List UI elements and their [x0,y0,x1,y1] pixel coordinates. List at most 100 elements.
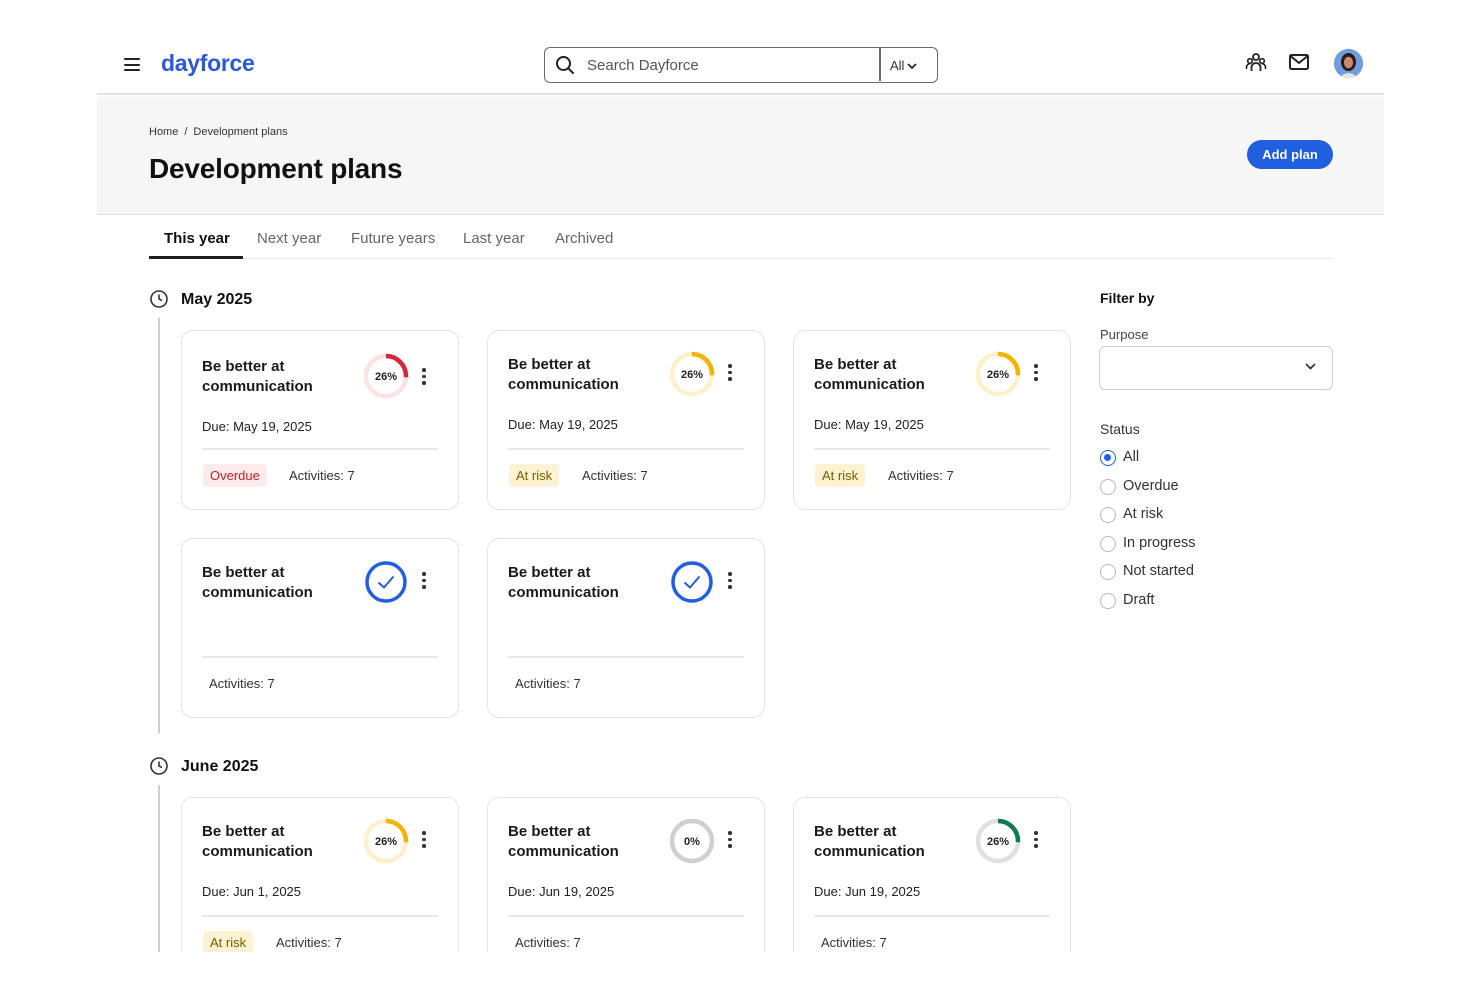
progress-indicator: 0% [668,817,716,870]
chevron-down-icon [907,63,918,70]
kebab-menu-icon[interactable] [420,831,428,851]
activities-count: Activities: 7 [276,935,342,950]
plan-title[interactable]: Be better at communication [508,355,658,395]
status-option-label: At risk [1123,506,1164,523]
kebab-menu-icon[interactable] [420,572,428,592]
plan-card[interactable]: Be better at communication 26% Due: May 19… [487,330,765,510]
due-date: Due: May 19, 2025 [508,417,618,432]
breadcrumb-home[interactable]: Home [149,126,178,138]
tab-next-year[interactable]: Next year [257,230,321,247]
radio-button[interactable] [1100,564,1116,581]
due-date: Due: May 19, 2025 [814,417,924,432]
due-date: Due: Jun 1, 2025 [202,884,302,899]
progress-label: 26% [987,836,1009,848]
page-title: Development plans [149,153,403,184]
kebab-menu-icon[interactable] [726,572,734,592]
activities-count: Activities: 7 [515,676,581,691]
status-option-label: Not started [1123,563,1194,580]
plan-tabs: This year Next year Future years Last ye… [149,218,1333,259]
radio-button[interactable] [1100,478,1116,495]
purpose-label: Purpose [1100,327,1149,342]
user-avatar[interactable] [1334,49,1363,78]
app-window: dayforce Search Dayforce All Home / Deve… [97,0,1384,952]
purpose-select[interactable] [1099,346,1333,390]
status-badge: At risk [815,464,866,487]
activities-count: Activities: 7 [888,468,954,483]
radio-button[interactable] [1100,535,1116,552]
activities-count: Activities: 7 [821,935,887,950]
completed-indicator [668,558,716,611]
month-label: June 2025 [181,758,259,775]
progress-label: 26% [987,369,1009,381]
kebab-menu-icon[interactable] [1032,831,1040,851]
progress-ring: 26% [975,818,1021,864]
plan-title[interactable]: Be better at communication [508,822,658,862]
mail-icon[interactable] [1289,54,1309,70]
due-date: Due: Jun 19, 2025 [814,884,921,899]
progress-ring: 0% [669,818,715,864]
card-divider [202,915,438,917]
activities-count: Activities: 7 [582,468,648,483]
due-date: Due: Jun 19, 2025 [508,884,615,899]
kebab-menu-icon[interactable] [1032,364,1040,384]
progress-indicator: 26% [668,350,716,403]
status-badge: At risk [509,464,560,487]
clock-icon [150,757,168,775]
card-divider [508,915,744,917]
kebab-menu-icon[interactable] [726,831,734,851]
status-badge: At risk [203,931,254,952]
activities-count: Activities: 7 [515,935,581,950]
progress-label: 26% [681,369,703,381]
plan-card[interactable]: Be better at communication 0% Due: Jun 19,… [487,797,765,952]
kebab-menu-icon[interactable] [420,368,428,388]
dayforce-logo[interactable]: dayforce [161,50,255,77]
radio-button[interactable] [1100,593,1116,609]
breadcrumb: Home / Development plans [149,126,288,138]
plan-card[interactable]: Be better at communication Activities: 7 [487,538,765,718]
kebab-menu-icon[interactable] [726,364,734,384]
active-tab-indicator [149,256,243,259]
status-option-label: Overdue [1123,477,1179,494]
card-divider [202,448,438,450]
status-option-label: All [1123,449,1140,465]
global-search[interactable]: Search Dayforce All [544,47,938,83]
team-icon[interactable] [1245,52,1267,74]
card-divider [814,915,1050,917]
timeline-line [158,785,160,952]
plan-card[interactable]: Be better at communication Activities: 7 [181,538,459,718]
add-plan-button[interactable]: Add plan [1247,140,1333,169]
search-divider [879,48,881,81]
plan-title[interactable]: Be better at communication [508,563,658,603]
card-divider [814,448,1050,450]
breadcrumb-separator: / [184,126,188,138]
plan-title[interactable]: Be better at communication [814,355,964,395]
status-option-label: Draft [1123,592,1155,608]
hamburger-icon[interactable] [124,58,140,71]
tab-archived[interactable]: Archived [555,230,613,247]
radio-button[interactable] [1100,450,1116,466]
plan-card[interactable]: Be better at communication 26% Due: Jun 19… [793,797,1071,952]
card-divider [508,656,744,658]
tab-future-years[interactable]: Future years [351,230,435,247]
progress-label: 26% [375,371,397,383]
plan-title[interactable]: Be better at communication [202,822,352,862]
tab-this-year[interactable]: This year [164,230,230,247]
plan-card[interactable]: Be better at communication 26% Due: Jun 1,… [181,797,459,952]
search-icon [556,56,574,74]
radio-button[interactable] [1100,507,1116,524]
plan-title[interactable]: Be better at communication [202,563,352,603]
tab-last-year[interactable]: Last year [463,230,525,247]
plan-card[interactable]: Be better at communication 26% Due: May 19… [793,330,1071,510]
plan-card[interactable]: Be better at communication 26% Due: May 19… [181,330,459,510]
month-label: May 2025 [181,291,253,308]
status-option-label: In progress [1123,534,1196,551]
completed-check-icon [365,561,407,603]
search-scope-dropdown[interactable]: All [890,58,918,73]
breadcrumb-current: Development plans [193,126,288,138]
page-header: Home / Development plans Development plans… [97,97,1384,215]
search-input[interactable]: Search Dayforce [587,57,699,74]
user-avatar-image [1334,49,1363,78]
plan-title[interactable]: Be better at communication [814,822,964,862]
top-bar: dayforce Search Dayforce All [97,28,1384,95]
plan-title[interactable]: Be better at communication [202,357,352,397]
